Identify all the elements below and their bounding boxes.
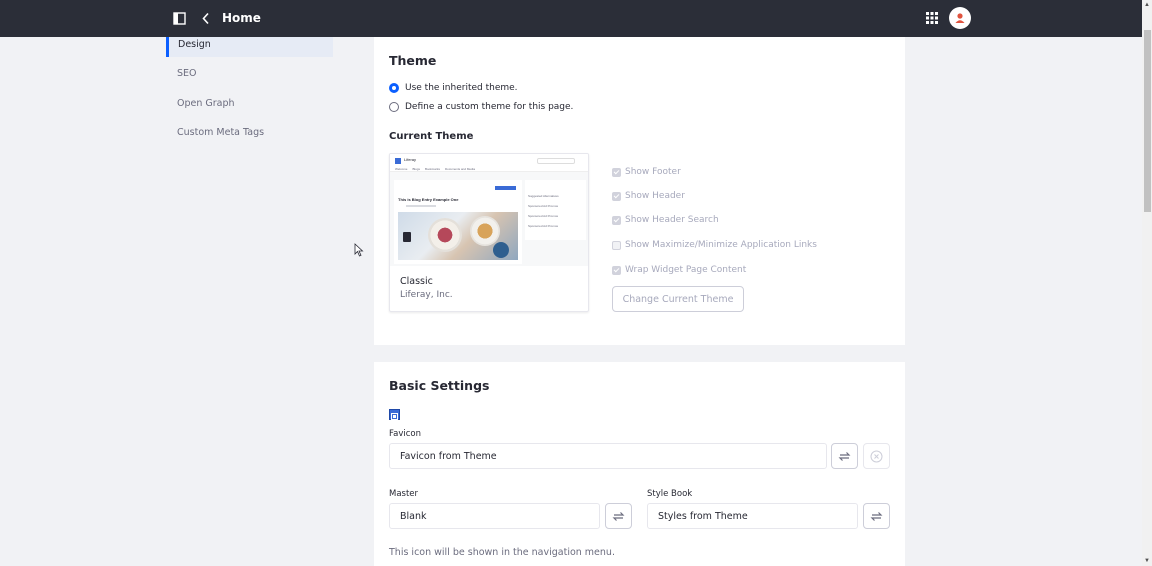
change-arrows-icon [870, 511, 883, 521]
preview-headline: This is Blog Entry Example One [398, 197, 459, 202]
preview-side-item: Sponsored Ad Promos [528, 214, 559, 218]
checkbox-unchecked[interactable] [612, 240, 621, 250]
checkbox-label: Show Header Search [625, 215, 719, 225]
radio-button-unchecked[interactable] [389, 102, 399, 112]
preview-bowl [428, 218, 462, 252]
radio-custom-theme[interactable]: Define a custom theme for this page. [389, 102, 573, 112]
style-book-label: Style Book [647, 489, 693, 499]
checkbox-label: Show Header [625, 191, 685, 201]
preview-document-icon [403, 232, 411, 242]
checkbox-checked[interactable] [612, 191, 621, 201]
checkbox-show-header-search[interactable]: Show Header Search [612, 215, 719, 225]
change-arrows-icon [838, 451, 851, 461]
current-theme-heading: Current Theme [389, 131, 474, 142]
sidebar-panel-icon[interactable] [173, 12, 187, 25]
mouse-cursor-icon [354, 243, 364, 257]
preview-cup [493, 242, 509, 258]
favicon-preview-icon [389, 409, 400, 420]
sidenav-item-open-graph[interactable]: Open Graph [166, 95, 333, 125]
current-theme-card: Liferay Welcome Blogs Bookmarks Document… [389, 153, 589, 312]
user-silhouette-icon [955, 13, 965, 23]
preview-nav-item: Blogs [412, 167, 420, 171]
preview-button [495, 186, 516, 190]
change-arrows-icon [612, 511, 625, 521]
theme-name: Classic [400, 276, 433, 287]
scroll-down-arrow-icon[interactable]: ▼ [1144, 558, 1150, 564]
checkbox-checked[interactable] [612, 265, 621, 275]
side-navigation: Design SEO Open Graph Custom Meta Tags [166, 37, 333, 154]
clear-circle-icon [870, 450, 883, 462]
change-master-button[interactable] [605, 503, 632, 529]
change-current-theme-button[interactable]: Change Current Theme [612, 286, 744, 312]
checkbox-show-maximize-minimize[interactable]: Show Maximize/Minimize Application Links [612, 240, 817, 250]
theme-heading: Theme [389, 53, 437, 68]
radio-label-custom: Define a custom theme for this page. [405, 102, 574, 112]
preview-header: Liferay Welcome Blogs Bookmarks Document… [390, 154, 588, 172]
change-favicon-button[interactable] [831, 443, 858, 469]
basic-settings-card: Basic Settings Favicon Favicon from Them… [374, 362, 905, 566]
preview-search-icon [537, 158, 575, 164]
preview-side-item: Suggested Alternatives [528, 194, 559, 198]
scrollbar-thumb[interactable] [1144, 30, 1151, 212]
preview-main-content: This is Blog Entry Example One [394, 180, 522, 264]
preview-nav-item: Welcome [395, 167, 408, 171]
preview-side-item: Sponsored Ad Promos [528, 224, 559, 228]
apps-grid-icon[interactable] [926, 12, 938, 24]
favicon-label: Favicon [389, 429, 421, 439]
preview-bowl [470, 216, 500, 246]
scroll-up-arrow-icon[interactable]: ▲ [1144, 2, 1150, 8]
preview-sidebar: Suggested Alternatives Sponsored Ad Prom… [525, 180, 586, 240]
favicon-help-text: This icon will be shown in the navigatio… [389, 547, 615, 558]
checkbox-label: Show Footer [625, 167, 681, 177]
master-label: Master [389, 489, 419, 499]
sidenav-item-custom-meta-tags[interactable]: Custom Meta Tags [166, 124, 333, 154]
radio-inherited-theme[interactable]: Use the inherited theme. [389, 83, 518, 93]
theme-author: Liferay, Inc. [400, 290, 453, 300]
checkbox-checked[interactable] [612, 167, 621, 177]
top-bar: Home [0, 0, 1142, 37]
theme-preview-thumbnail: Liferay Welcome Blogs Bookmarks Document… [390, 154, 588, 266]
sidenav-item-seo[interactable]: SEO [166, 65, 333, 95]
page-title: Home [222, 11, 261, 25]
checkbox-wrap-widget-page-content[interactable]: Wrap Widget Page Content [612, 265, 746, 275]
preview-food-image [398, 212, 518, 260]
clear-favicon-button[interactable] [863, 443, 890, 469]
checkbox-label: Wrap Widget Page Content [625, 265, 747, 275]
favicon-field[interactable]: Favicon from Theme [389, 443, 827, 469]
master-field[interactable]: Blank [389, 503, 600, 529]
preview-side-item: Sponsored Ad Promos [528, 204, 559, 208]
preview-logo-text: Liferay [404, 157, 417, 162]
basic-settings-heading: Basic Settings [389, 378, 490, 393]
user-avatar-icon[interactable] [949, 7, 971, 29]
preview-text-line [406, 205, 436, 207]
chevron-left-icon[interactable] [201, 12, 211, 25]
preview-nav-item: Documents and Media [444, 167, 476, 171]
checkbox-show-header[interactable]: Show Header [612, 191, 685, 201]
checkbox-checked[interactable] [612, 215, 621, 225]
theme-card: Theme Use the inherited theme. Define a … [374, 37, 905, 345]
preview-nav-item: Bookmarks [424, 167, 440, 171]
change-style-book-button[interactable] [863, 503, 890, 529]
checkbox-label: Show Maximize/Minimize Application Links [625, 240, 817, 250]
radio-button-checked[interactable] [389, 83, 399, 93]
sidenav-item-design[interactable]: Design [166, 37, 333, 57]
preview-nav: Welcome Blogs Bookmarks Documents and Me… [395, 167, 475, 171]
radio-label-inherited: Use the inherited theme. [405, 83, 518, 93]
checkbox-show-footer[interactable]: Show Footer [612, 167, 681, 177]
style-book-field[interactable]: Styles from Theme [647, 503, 858, 529]
page-scrollbar[interactable]: ▲ ▼ [1142, 0, 1152, 566]
preview-logo-icon [395, 158, 401, 164]
